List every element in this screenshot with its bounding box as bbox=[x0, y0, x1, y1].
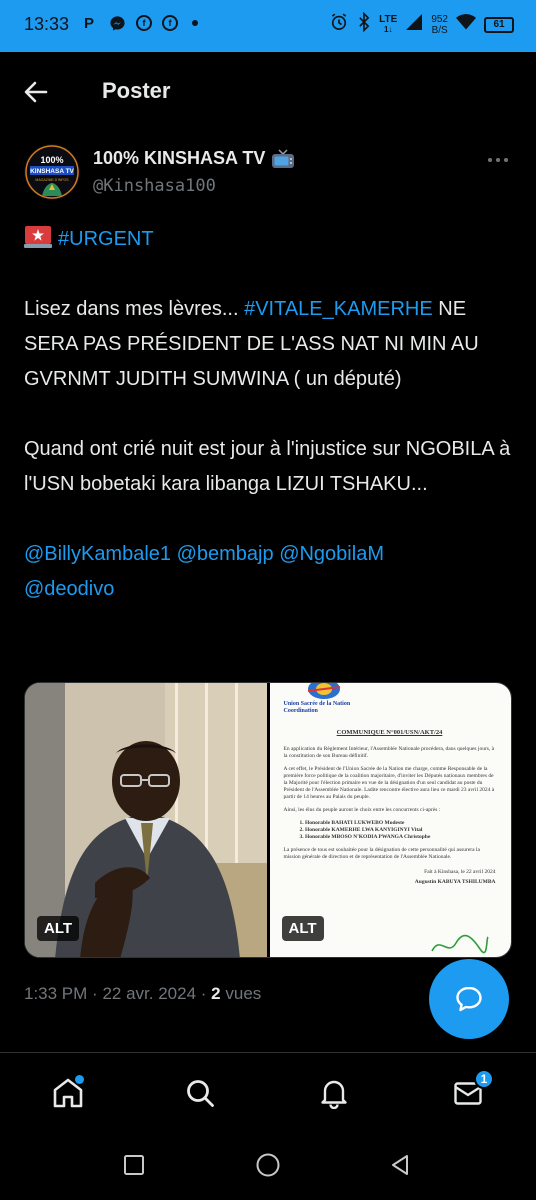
messenger-icon bbox=[108, 14, 126, 32]
tweet-time[interactable]: 1:33 PM bbox=[24, 984, 87, 1003]
tweet-media: ALT Union Sacrée de la Nation Coordinati… bbox=[24, 682, 512, 958]
more-horizontal-icon bbox=[488, 158, 492, 162]
doc-paragraph: Ainsi, les élus du peuple auront le choi… bbox=[283, 807, 441, 813]
bottom-navigation: 1 bbox=[0, 1053, 536, 1129]
doc-candidate: 1. Honorable BAHATI LUKWEBO Modeste bbox=[299, 820, 405, 826]
tv-emoji-icon bbox=[272, 148, 295, 168]
compose-reply-button[interactable] bbox=[429, 959, 509, 1039]
doc-candidate-list: 1. Honorable BAHATI LUKWEBO Modeste 2. H… bbox=[300, 820, 496, 841]
meta-separator: · bbox=[92, 984, 98, 1003]
android-navigation-bar bbox=[0, 1129, 536, 1200]
avatar-logo-top: 100% bbox=[40, 155, 63, 165]
doc-candidate: 2. Honorable KAMERHE LWA KANYIGINYI Vita… bbox=[299, 827, 423, 833]
home-unread-dot bbox=[75, 1075, 84, 1084]
search-icon bbox=[187, 1080, 214, 1107]
doc-paragraph: A cet effet, le Président de l'Union Sac… bbox=[283, 766, 495, 800]
doc-title: COMMUNIQUE N°001/USN/AKT/24 bbox=[336, 729, 443, 736]
more-notifications-dot bbox=[192, 20, 198, 26]
avatar-logo-low: MAGAZINE D'INFOS bbox=[35, 178, 69, 182]
doc-paragraph: En application du Règlement Intérieur, l… bbox=[283, 746, 495, 759]
arrow-left-icon bbox=[24, 81, 48, 103]
p-app-icon: P bbox=[83, 14, 94, 32]
mentions-line: @BillyKambale1 @bembajp @NgobilaM @deodiv… bbox=[24, 537, 514, 607]
author-name-text: 100% KINSHASA TV bbox=[93, 148, 266, 168]
signal-icon bbox=[405, 13, 423, 36]
more-options-button[interactable] bbox=[488, 150, 512, 170]
status-bar: 13:33 P f f LTE 1↓ 952 B/S 61 bbox=[0, 0, 536, 52]
signature-icon bbox=[430, 934, 489, 954]
meta-separator: · bbox=[200, 984, 207, 1003]
doc-paragraph: La présence de tous est souhaitée pour l… bbox=[283, 847, 480, 860]
facebook-icon: f bbox=[136, 15, 152, 31]
communique-text: Union Sacrée de la Nation Coordination C… bbox=[284, 683, 496, 886]
recents-square-icon bbox=[124, 1155, 144, 1175]
mention-link[interactable]: @deodivo bbox=[24, 578, 114, 600]
doc-place-date: Fait à Kinshasa, le 22 avril 2024 bbox=[424, 869, 496, 875]
messages-badge: 1 bbox=[474, 1069, 494, 1089]
back-button[interactable] bbox=[20, 76, 52, 108]
facebook-icon: f bbox=[162, 15, 178, 31]
author-name[interactable]: 100% KINSHASA TV bbox=[93, 148, 295, 169]
status-system-icons: LTE 1↓ 952 B/S 61 bbox=[329, 11, 514, 37]
hashtag-urgent-link[interactable]: #URGENT bbox=[58, 228, 154, 250]
back-system-button[interactable] bbox=[386, 1151, 414, 1179]
views-label: vues bbox=[225, 984, 262, 1003]
mention-link[interactable]: @BillyKambale1 bbox=[24, 543, 171, 565]
home-system-button[interactable] bbox=[254, 1151, 282, 1179]
doc-signatory: Augustin KABUYA TSHILUMBA bbox=[414, 879, 496, 885]
media-document-communique[interactable]: Union Sacrée de la Nation Coordination C… bbox=[269, 683, 511, 957]
alt-badge[interactable]: ALT bbox=[37, 916, 80, 941]
chat-bubble-icon bbox=[456, 986, 482, 1012]
tweet-paragraph-3: Quand ont crié nuit est jour à l'injusti… bbox=[24, 438, 511, 495]
nav-home[interactable] bbox=[48, 1073, 88, 1113]
recents-button[interactable] bbox=[120, 1151, 148, 1179]
back-triangle-icon bbox=[392, 1155, 408, 1175]
bluetooth-icon bbox=[357, 11, 371, 37]
nav-search[interactable] bbox=[180, 1073, 220, 1113]
top-app-bar: Poster bbox=[0, 52, 536, 130]
network-type: LTE 1↓ bbox=[379, 13, 398, 34]
avatar-logo-mid: KINSHASA TV bbox=[30, 168, 74, 175]
bell-icon bbox=[321, 1080, 347, 1109]
urgent-line: #URGENT bbox=[24, 222, 514, 257]
author-handle[interactable]: @Kinshasa100 bbox=[93, 176, 216, 196]
doc-candidate: 3. Honorable MBOSO N'KODIA PWANGA Christ… bbox=[299, 834, 431, 840]
media-photo-man[interactable]: ALT bbox=[25, 683, 267, 957]
tweet-paragraph-2: Lisez dans mes lèvres... #VITALE_KAMERHE… bbox=[24, 298, 479, 390]
page-title: Poster bbox=[102, 78, 171, 103]
tweet-date[interactable]: 22 avr. 2024 bbox=[102, 984, 196, 1003]
status-notification-icons: P f f bbox=[80, 14, 198, 32]
doc-organization: Union Sacrée de la Nation Coordination bbox=[283, 701, 351, 714]
wifi-icon bbox=[456, 13, 476, 36]
alarm-icon bbox=[329, 12, 349, 37]
views-count: 2 bbox=[211, 984, 221, 1003]
alt-badge[interactable]: ALT bbox=[281, 916, 324, 941]
siren-emoji-icon bbox=[24, 226, 52, 248]
mention-link[interactable]: @NgobilaM bbox=[279, 543, 384, 565]
mention-link[interactable]: @bembajp bbox=[177, 543, 274, 565]
hashtag-vitale-kamerhe-link[interactable]: #VITALE_KAMERHE bbox=[244, 298, 433, 320]
tweet-timestamp-views: 1:33 PM · 22 avr. 2024 · 2 vues bbox=[24, 984, 261, 1004]
home-circle-icon bbox=[256, 1153, 280, 1177]
battery-indicator: 61 bbox=[484, 16, 514, 33]
status-time: 13:33 bbox=[24, 14, 70, 34]
nav-messages[interactable]: 1 bbox=[448, 1069, 494, 1113]
tweet-text: #URGENT Lisez dans mes lèvres... #VITALE… bbox=[24, 222, 514, 607]
author-avatar[interactable]: 100% KINSHASA TV MAGAZINE D'INFOS bbox=[24, 144, 80, 200]
network-speed: 952 B/S bbox=[431, 13, 448, 36]
nav-notifications[interactable] bbox=[314, 1073, 354, 1113]
